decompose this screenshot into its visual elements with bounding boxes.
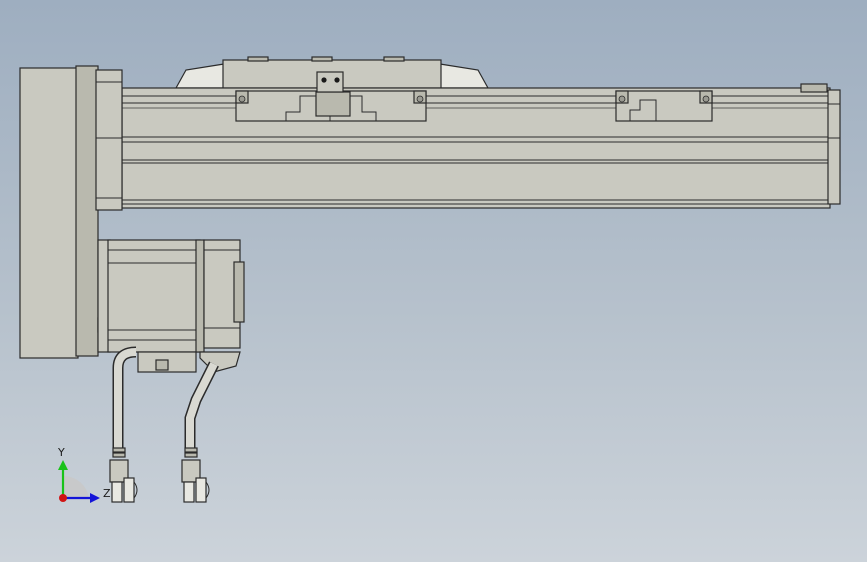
rail-body xyxy=(121,87,831,209)
cable-power xyxy=(109,346,138,503)
connector-housings xyxy=(137,351,241,373)
slider-block-right xyxy=(615,90,713,122)
z-axis-arrowhead xyxy=(90,493,100,503)
x-axis-dot xyxy=(59,494,67,502)
y-axis-arrowhead xyxy=(58,460,68,470)
z-axis-label: Z xyxy=(103,487,111,500)
model-drawing[interactable]: Y Z xyxy=(0,0,867,562)
cable-encoder xyxy=(181,361,219,503)
y-axis-label: Y xyxy=(57,446,65,459)
servo-motor xyxy=(97,239,245,353)
coordinate-triad[interactable]: Y Z xyxy=(57,446,111,503)
graphics-viewport[interactable]: Y Z xyxy=(0,0,867,562)
